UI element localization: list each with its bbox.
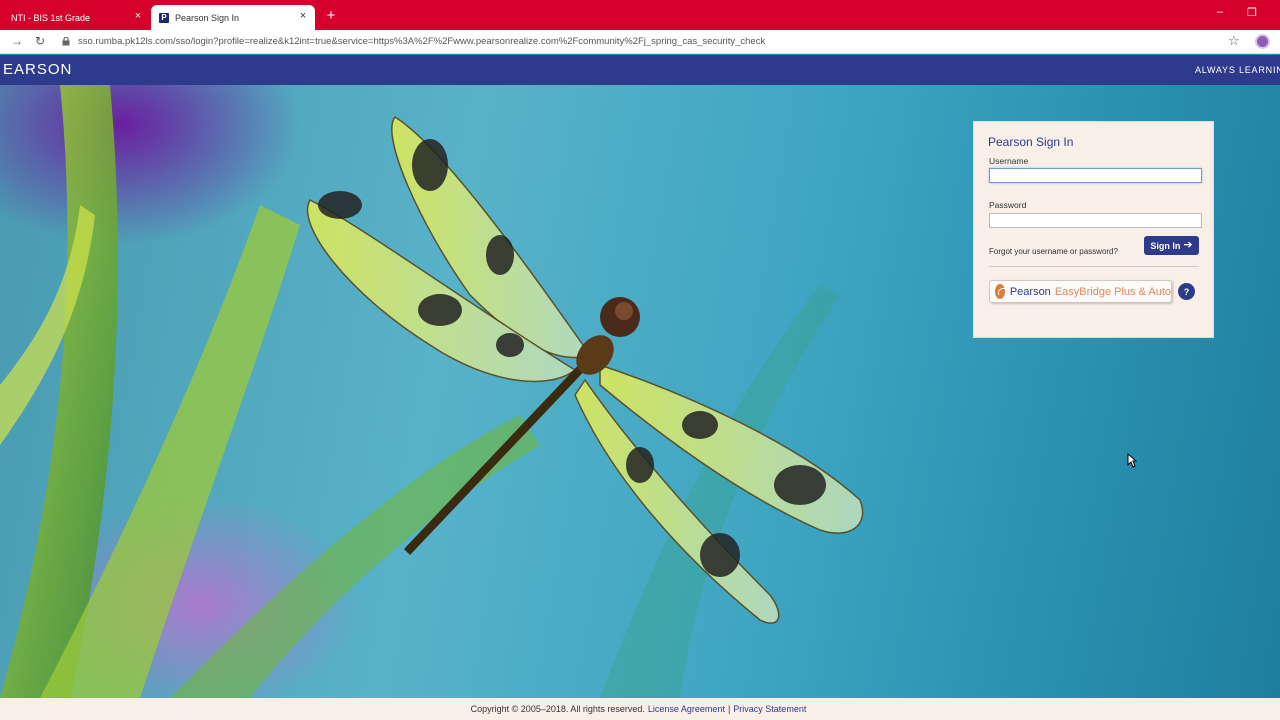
lock-icon xyxy=(62,37,70,46)
panel-title: Pearson Sign In xyxy=(988,135,1074,149)
forward-icon[interactable]: → xyxy=(10,34,24,48)
username-label: Username xyxy=(989,156,1029,166)
easybridge-brand: Pearson xyxy=(1009,285,1051,298)
minimize-icon[interactable]: – xyxy=(1212,6,1228,18)
privacy-statement-link[interactable]: Privacy Statement xyxy=(733,704,806,714)
username-input[interactable] xyxy=(989,168,1202,183)
easybridge-button[interactable]: Pearson EasyBridge Plus & Auto xyxy=(989,280,1172,303)
new-tab-button[interactable]: + xyxy=(322,7,340,25)
password-label: Password xyxy=(989,200,1027,210)
pearson-logo: EARSON xyxy=(3,61,73,78)
footer: Copyright © 2005–2018. All rights reserv… xyxy=(0,698,1280,720)
tab-title: Pearson Sign In xyxy=(175,12,240,23)
mouse-cursor-icon xyxy=(1127,453,1137,468)
easybridge-product: EasyBridge Plus & Auto xyxy=(1054,285,1171,298)
reload-icon[interactable]: ↻ xyxy=(33,34,47,48)
copyright-text: Copyright © 2005–2018. All rights reserv… xyxy=(470,704,645,714)
address-bar: → ↻ sso.rumba.pk12ls.com/sso/login?profi… xyxy=(0,30,1280,54)
close-icon[interactable]: × xyxy=(297,11,309,22)
profile-icon[interactable] xyxy=(1255,34,1270,49)
url-text[interactable]: sso.rumba.pk12ls.com/sso/login?profile=r… xyxy=(78,36,765,47)
pearson-favicon-icon: P xyxy=(159,12,169,23)
tab-title: NTI - BIS 1st Grade xyxy=(11,12,91,23)
password-input[interactable] xyxy=(989,213,1202,228)
divider xyxy=(989,266,1199,267)
sign-in-label: Sign In xyxy=(1150,240,1181,251)
tab-nti-bis[interactable]: NTI - BIS 1st Grade × xyxy=(0,5,150,30)
forgot-credentials-link[interactable]: Forgot your username or password? xyxy=(989,247,1118,256)
tagline: ALWAYS LEARNIN xyxy=(1195,65,1280,75)
help-button[interactable]: ? xyxy=(1178,283,1195,300)
easybridge-logo-icon xyxy=(995,284,1009,299)
license-agreement-link[interactable]: License Agreement xyxy=(648,704,725,714)
close-icon[interactable]: × xyxy=(132,11,144,22)
star-icon[interactable]: ☆ xyxy=(1228,33,1240,49)
signin-panel: Pearson Sign In Username Password Forgot… xyxy=(973,121,1214,338)
restore-icon[interactable]: ❐ xyxy=(1244,6,1260,19)
footer-separator: | xyxy=(727,704,731,714)
sign-in-button[interactable]: Sign In ➔ xyxy=(1144,236,1199,255)
browser-tab-bar: NTI - BIS 1st Grade × P Pearson Sign In … xyxy=(0,0,1280,30)
site-header: EARSON ALWAYS LEARNIN xyxy=(0,55,1280,85)
tab-pearson-sign-in[interactable]: P Pearson Sign In × xyxy=(151,5,315,30)
arrow-right-icon: ➔ xyxy=(1183,239,1193,251)
